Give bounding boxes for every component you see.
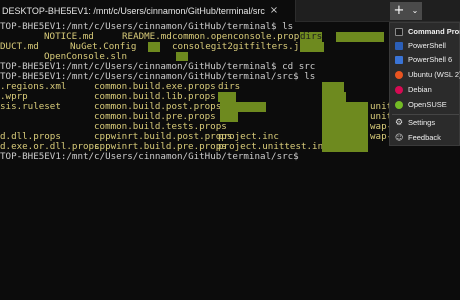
menu-item-debian[interactable]: Debian xyxy=(390,83,460,97)
close-tab-button[interactable]: × xyxy=(268,5,280,17)
dir-entry-highlight xyxy=(336,32,384,42)
dir-entry-highlight xyxy=(148,42,160,52)
dir-entry-highlight xyxy=(300,42,324,52)
dir-entry-highlight xyxy=(176,52,188,61)
ubuntu-icon xyxy=(395,71,403,79)
feedback-icon: ☺ xyxy=(395,133,404,142)
gear-icon: ⚙ xyxy=(395,118,404,128)
dir-entry-highlight xyxy=(220,102,266,112)
menu-item-powershell[interactable]: PowerShell xyxy=(390,39,460,53)
prompt-text: TOP-BHE5EV1:/mnt/c/Users/cinnamon/GitHub… xyxy=(0,151,299,162)
file-entry: dirs xyxy=(218,81,241,92)
menu-item-opensuse[interactable]: OpenSUSE xyxy=(390,98,460,112)
new-tab-dropdown-button[interactable]: ⌄ xyxy=(408,2,422,20)
menu-item-settings[interactable]: ⚙ Settings xyxy=(390,116,460,130)
menu-separator xyxy=(392,114,459,115)
dir-entry-highlight xyxy=(322,82,344,92)
cmd-icon xyxy=(395,28,403,36)
file-entry: DUCT.md xyxy=(0,41,39,52)
dir-entry-highlight xyxy=(322,132,368,142)
new-tab-dropdown-menu: Command Prompt PowerShell PowerShell 6 U… xyxy=(389,22,460,146)
tab-terminal[interactable]: DESKTOP-BHE5EV1: /mnt/c/Users/cinnamon/G… xyxy=(0,0,296,22)
powershell-icon xyxy=(395,42,403,50)
dir-entry-highlight xyxy=(322,122,368,132)
file-entry: sis.ruleset xyxy=(0,101,61,112)
menu-item-ubuntu[interactable]: Ubuntu (WSL 2) xyxy=(390,68,460,82)
chevron-down-icon: ⌄ xyxy=(411,6,419,15)
menu-item-command-prompt[interactable]: Command Prompt xyxy=(390,25,460,39)
menu-item-feedback[interactable]: ☺ Feedback xyxy=(390,131,460,145)
title-bar: DESKTOP-BHE5EV1: /mnt/c/Users/cinnamon/G… xyxy=(0,0,460,22)
debian-icon xyxy=(395,86,403,94)
new-tab-button[interactable]: + xyxy=(390,2,408,20)
dir-entry-highlight xyxy=(322,112,368,122)
file-entry: consolegit2gitfilters.json xyxy=(172,41,316,52)
terminal-line-prompt: TOP-BHE5EV1:/mnt/c/Users/cinnamon/GitHub… xyxy=(0,152,460,162)
opensuse-icon xyxy=(395,101,403,109)
dir-entry-highlight xyxy=(322,142,368,152)
dir-entry-highlight xyxy=(322,92,346,102)
menu-item-powershell6[interactable]: PowerShell 6 xyxy=(390,53,460,67)
dir-entry-highlight xyxy=(322,102,368,112)
tab-title: DESKTOP-BHE5EV1: /mnt/c/Users/cinnamon/G… xyxy=(2,6,265,16)
powershell6-icon xyxy=(395,56,403,64)
